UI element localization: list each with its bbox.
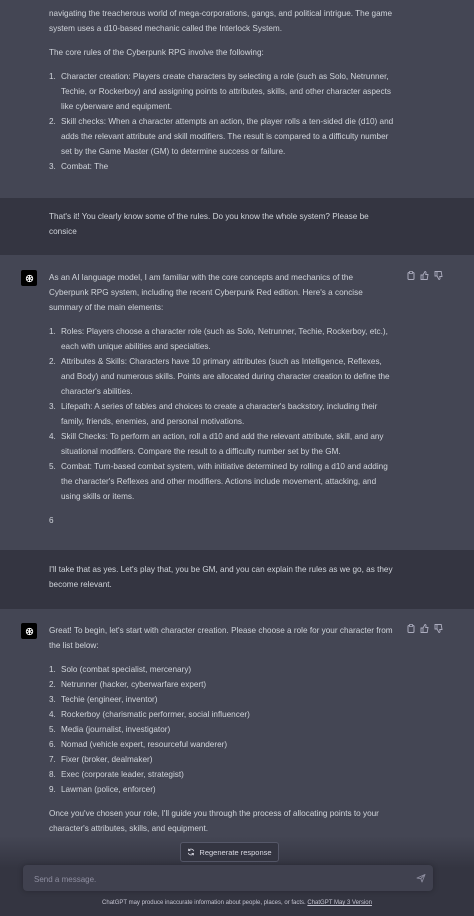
message-input-box bbox=[23, 865, 433, 891]
list-item: 1. Character creation: Players create cha… bbox=[49, 72, 391, 111]
footer-disclaimer: ChatGPT may produce inaccurate informati… bbox=[0, 898, 474, 908]
assistant-message: As an AI language model, I am familiar w… bbox=[0, 255, 474, 550]
clipboard-icon[interactable] bbox=[406, 624, 415, 633]
list-item: 2. Skill checks: When a character attempt… bbox=[49, 117, 394, 156]
version-link[interactable]: ChatGPT May 3 Version bbox=[307, 900, 372, 906]
paragraph: 6 bbox=[49, 516, 54, 525]
list-item: 1. Solo (combat specialist, mercenary) bbox=[49, 665, 192, 674]
paragraph: Great! To begin, let's start with charac… bbox=[49, 626, 393, 650]
message-text: navigating the treacherous world of mega… bbox=[49, 6, 394, 174]
paragraph: As an AI language model, I am familiar w… bbox=[49, 273, 363, 312]
thumbs-up-icon[interactable] bbox=[420, 624, 429, 633]
list-item: 4. Skill Checks: To perform an action, ro… bbox=[49, 432, 384, 456]
thumbs-down-icon[interactable] bbox=[434, 624, 443, 633]
paragraph: The core rules of the Cyberpunk RPG invo… bbox=[49, 48, 264, 57]
user-message: I'll take that as yes. Let's play that, … bbox=[0, 550, 474, 609]
list-item: 5. Combat: Turn-based combat system, with… bbox=[49, 462, 388, 501]
assistant-message: navigating the treacherous world of mega… bbox=[0, 0, 474, 198]
list-item: 3. Techie (engineer, inventor) bbox=[49, 695, 158, 704]
clipboard-icon[interactable] bbox=[406, 271, 415, 280]
paragraph: Once you've chosen your role, I'll guide… bbox=[49, 809, 379, 833]
message-text: As an AI language model, I am familiar w… bbox=[49, 270, 394, 528]
list-item: 5. Media (journalist, investigator) bbox=[49, 725, 171, 734]
list-item: 3. Combat: The bbox=[49, 162, 109, 171]
refresh-icon bbox=[188, 848, 195, 856]
message-text: I'll take that as yes. Let's play that, … bbox=[49, 562, 394, 592]
thumbs-down-icon[interactable] bbox=[434, 271, 443, 280]
paragraph: That's it! You clearly know some of the … bbox=[49, 212, 369, 236]
regenerate-label: Regenerate response bbox=[199, 847, 272, 857]
list-item: 4. Rockerboy (charismatic performer, soci… bbox=[49, 710, 250, 719]
paper-plane-icon[interactable] bbox=[416, 873, 426, 883]
regenerate-button[interactable]: Regenerate response bbox=[180, 842, 279, 862]
message-input[interactable] bbox=[32, 871, 406, 887]
openai-logo-icon bbox=[21, 623, 37, 639]
list-item: 7. Fixer (broker, dealmaker) bbox=[49, 755, 153, 764]
list-item: 3. Lifepath: A series of tables and choic… bbox=[49, 402, 378, 426]
thumbs-up-icon[interactable] bbox=[420, 271, 429, 280]
list-item: 9. Lawman (police, enforcer) bbox=[49, 785, 156, 794]
list-item: 1. Roles: Players choose a character role… bbox=[49, 327, 388, 351]
list-item: 2. Attributes & Skills: Characters have 1… bbox=[49, 357, 390, 396]
paragraph: I'll take that as yes. Let's play that, … bbox=[49, 565, 393, 589]
list-item: 6. Nomad (vehicle expert, resourceful wan… bbox=[49, 740, 228, 749]
message-actions bbox=[406, 624, 443, 633]
message-text: Great! To begin, let's start with charac… bbox=[49, 623, 394, 836]
list-item: 8. Exec (corporate leader, strategist) bbox=[49, 770, 184, 779]
footer-text: ChatGPT may produce inaccurate informati… bbox=[102, 900, 306, 906]
message-actions bbox=[406, 271, 443, 280]
list-item: 2. Netrunner (hacker, cyberwarfare expert… bbox=[49, 680, 207, 689]
user-message: That's it! You clearly know some of the … bbox=[0, 198, 474, 255]
openai-logo-icon bbox=[21, 270, 37, 286]
paragraph: navigating the treacherous world of mega… bbox=[49, 9, 393, 33]
message-text: That's it! You clearly know some of the … bbox=[49, 209, 394, 239]
